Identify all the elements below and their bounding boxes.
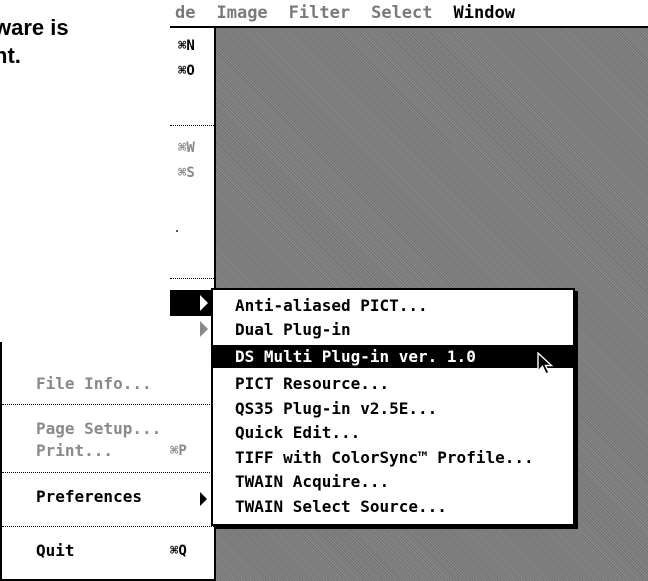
submenu-item-qs35-plug-in[interactable]: QS35 Plug-in v2.5E... [213, 397, 573, 420]
partial-caption-text: ware is nt. [0, 14, 69, 70]
submenu-item-pict-resource[interactable]: PICT Resource... [213, 372, 573, 395]
shortcut-new: ⌘N [178, 38, 195, 54]
submenu-item-dual-plug-in[interactable]: Dual Plug-in [213, 318, 573, 341]
menu-mode-partial[interactable]: de [175, 3, 195, 23]
caption-line-1: ware is [0, 15, 69, 40]
shortcut-print: ⌘P [170, 443, 187, 459]
menu-image[interactable]: Image [216, 3, 267, 23]
menu-select[interactable]: Select [371, 3, 432, 23]
menu-item-preferences[interactable]: Preferences [36, 487, 142, 506]
shortcut-open: ⌘O [178, 63, 195, 79]
shortcut-close: ⌘W [178, 140, 195, 156]
mouse-pointer-icon [537, 352, 554, 375]
submenu-arrow-icon [200, 321, 208, 337]
menu-filter[interactable]: Filter [289, 3, 350, 23]
menu-item-print[interactable]: Print... [36, 441, 113, 460]
submenu-row[interactable] [170, 316, 214, 342]
shortcut-quit: ⌘Q [170, 543, 187, 559]
submenu-item-twain-select-source[interactable]: TWAIN Select Source... [213, 495, 573, 518]
menu-separator [2, 404, 216, 405]
menu-bar: de Image Filter Select Window [170, 0, 648, 28]
import-submenu: Anti-aliased PICT... Dual Plug-in DS Mul… [211, 288, 575, 526]
menu-separator [170, 278, 214, 279]
submenu-item-anti-aliased-pict[interactable]: Anti-aliased PICT... [213, 294, 573, 317]
menu-separator [2, 526, 216, 527]
menu-separator [170, 125, 214, 126]
file-menu-top-fragment: ⌘N ⌘O ⌘W ⌘S [170, 28, 216, 298]
menu-item-quit[interactable]: Quit [36, 541, 75, 560]
shortcut-save: ⌘S [178, 165, 195, 181]
menu-item-page-setup[interactable]: Page Setup... [36, 419, 161, 438]
submenu-item-twain-acquire[interactable]: TWAIN Acquire... [213, 470, 573, 493]
caption-line-2: nt. [0, 43, 21, 68]
submenu-arrow-icon [200, 492, 207, 506]
submenu-item-ds-multi-plug-in[interactable]: DS Multi Plug-in ver. 1.0 [213, 345, 573, 368]
submenu-arrow-icon [200, 295, 208, 311]
submenu-item-tiff-colorsync[interactable]: TIFF with ColorSync™ Profile... [213, 446, 573, 469]
menu-separator [2, 472, 216, 473]
menu-item-file-info[interactable]: File Info... [36, 374, 152, 393]
file-menu-bottom: File Info... Page Setup... Print... ⌘P P… [0, 342, 216, 581]
export-row-highlighted[interactable] [170, 290, 214, 316]
file-menu-submenu-rows [170, 288, 216, 342]
menu-window[interactable]: Window [454, 3, 515, 23]
menu-dot [176, 230, 178, 232]
submenu-item-quick-edit[interactable]: Quick Edit... [213, 421, 573, 444]
